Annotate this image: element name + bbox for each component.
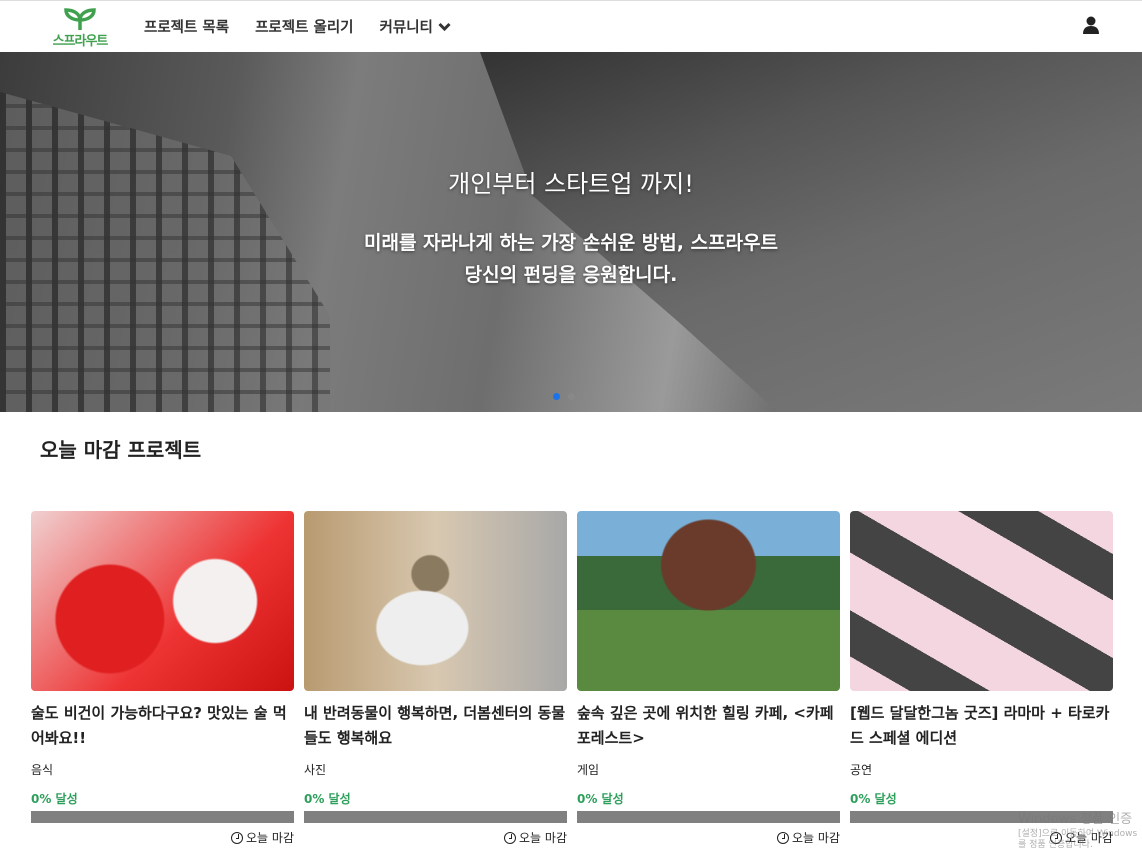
project-cards: 술도 비건이 가능하다구요? 맛있는 술 먹어봐요!! 음식 0% 달성 오늘 … bbox=[31, 511, 1113, 846]
project-title[interactable]: 술도 비건이 가능하다구요? 맛있는 술 먹어봐요!! bbox=[31, 701, 294, 751]
project-thumbnail[interactable] bbox=[850, 511, 1113, 691]
project-rate: 0% 달성 bbox=[304, 792, 351, 806]
project-card[interactable]: 숲속 깊은 곳에 위치한 힐링 카페, <카페 포레스트> 게임 0% 달성 오… bbox=[577, 511, 840, 846]
nav-community-label: 커뮤니티 bbox=[379, 20, 433, 36]
deadline: 오늘 마감 bbox=[31, 829, 294, 846]
project-rate: 0% 달성 bbox=[850, 792, 897, 806]
carousel-dot-2[interactable] bbox=[567, 393, 575, 400]
watermark-line-1: Windows 정품 인증 bbox=[1018, 812, 1133, 827]
carousel-dot-1[interactable] bbox=[552, 393, 560, 400]
deadline: 오늘 마감 bbox=[577, 829, 840, 846]
clock-icon bbox=[777, 831, 790, 844]
project-card[interactable]: [웹드 달달한그놈 굿즈] 라마마 + 타로카드 스페셜 에디션 공연 0% 달… bbox=[850, 511, 1113, 846]
top-nav: 스프라우트 프로젝트 목록 프로젝트 올리기 커뮤니티 bbox=[0, 0, 1142, 52]
windows-activation-watermark: Windows 정품 인증 [설정]으로 이동하여 Windows를 정품 인증… bbox=[1018, 812, 1140, 851]
project-category: 사진 bbox=[304, 763, 327, 777]
sprout-icon bbox=[64, 7, 96, 30]
project-category: 음식 bbox=[31, 763, 54, 777]
progress-bar bbox=[577, 811, 840, 823]
carousel-dot-3[interactable] bbox=[582, 393, 590, 400]
project-category: 공연 bbox=[850, 763, 873, 777]
project-thumbnail[interactable] bbox=[577, 511, 840, 691]
clock-icon bbox=[504, 831, 517, 844]
deadline: 오늘 마감 bbox=[304, 829, 567, 846]
project-thumbnail[interactable] bbox=[31, 511, 294, 691]
progress-bar bbox=[31, 811, 294, 823]
section-title: 오늘 마감 프로젝트 bbox=[40, 438, 202, 462]
hero-caption: 개인부터 스타트업 까지! 미래를 자라나게 하는 가장 손쉬운 방법, 스프라… bbox=[0, 164, 1142, 291]
clock-icon bbox=[231, 831, 244, 844]
hero-carousel[interactable]: 개인부터 스타트업 까지! 미래를 자라나게 하는 가장 손쉬운 방법, 스프라… bbox=[0, 52, 1142, 412]
project-category: 게임 bbox=[577, 763, 600, 777]
hero-subtitle-1: 미래를 자라나게 하는 가장 손쉬운 방법, 스프라우트 bbox=[364, 232, 778, 254]
progress-bar bbox=[304, 811, 567, 823]
project-card[interactable]: 술도 비건이 가능하다구요? 맛있는 술 먹어봐요!! 음식 0% 달성 오늘 … bbox=[31, 511, 294, 846]
nav-project-upload[interactable]: 프로젝트 올리기 bbox=[255, 16, 353, 37]
deadline-text: 오늘 마감 bbox=[792, 831, 840, 845]
project-card[interactable]: 내 반려동물이 행복하면, 더봄센터의 동물들도 행복해요 사진 0% 달성 오… bbox=[304, 511, 567, 846]
user-icon[interactable] bbox=[1082, 16, 1100, 34]
carousel-indicators bbox=[0, 393, 1142, 400]
watermark-line-2: [설정]으로 이동하여 Windows를 정품 인증합니다. bbox=[1018, 829, 1138, 850]
project-rate: 0% 달성 bbox=[577, 792, 624, 806]
deadline-text: 오늘 마감 bbox=[519, 831, 567, 845]
chevron-down-icon bbox=[438, 22, 451, 32]
nav-project-list[interactable]: 프로젝트 목록 bbox=[144, 16, 229, 37]
logo-text: 스프라우트 bbox=[52, 33, 109, 49]
nav-community[interactable]: 커뮤니티 bbox=[380, 16, 451, 37]
project-title[interactable]: 내 반려동물이 행복하면, 더봄센터의 동물들도 행복해요 bbox=[304, 701, 567, 751]
logo[interactable]: 스프라우트 bbox=[42, 5, 118, 49]
project-title[interactable]: 숲속 깊은 곳에 위치한 힐링 카페, <카페 포레스트> bbox=[577, 701, 840, 751]
project-thumbnail[interactable] bbox=[304, 511, 567, 691]
hero-subtitle-2: 당신의 펀딩을 응원합니다. bbox=[464, 264, 678, 286]
project-rate: 0% 달성 bbox=[31, 792, 78, 806]
project-title[interactable]: [웹드 달달한그놈 굿즈] 라마마 + 타로카드 스페셜 에디션 bbox=[850, 701, 1113, 751]
deadline-text: 오늘 마감 bbox=[246, 831, 294, 845]
hero-title: 개인부터 스타트업 까지! bbox=[448, 170, 694, 198]
